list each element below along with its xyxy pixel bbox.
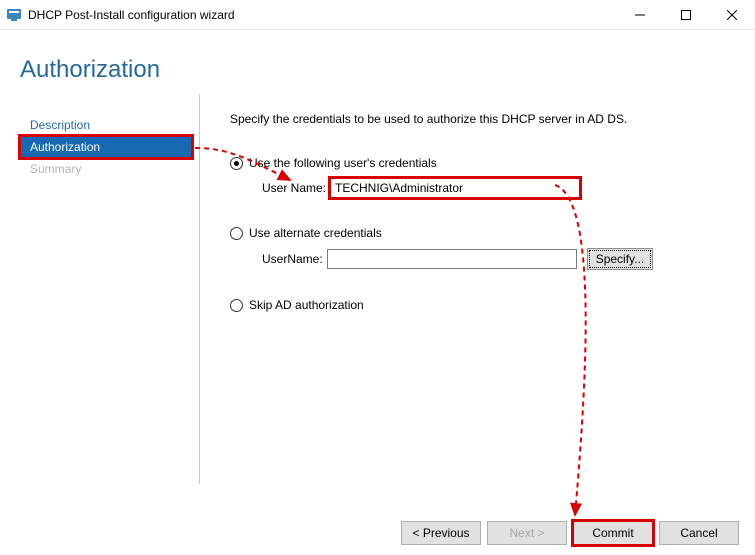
page-header: Authorization <box>0 30 755 94</box>
radio-row-skip[interactable]: Skip AD authorization <box>230 298 725 312</box>
radio-row-following[interactable]: Use the following user's credentials <box>230 156 725 170</box>
option-following-credentials: Use the following user's credentials Use… <box>230 156 725 198</box>
sidebar-item-description[interactable]: Description <box>20 114 199 136</box>
titlebar: DHCP Post-Install configuration wizard <box>0 0 755 30</box>
option-skip-ad: Skip AD authorization <box>230 298 725 312</box>
sidebar: Description Authorization Summary <box>20 94 200 484</box>
previous-button[interactable]: < Previous <box>401 521 481 545</box>
maximize-button[interactable] <box>663 0 709 29</box>
username-input-alternate[interactable] <box>327 249 577 269</box>
page-title: Authorization <box>20 56 735 84</box>
window-controls <box>617 0 755 29</box>
wizard-body: Description Authorization Summary Specif… <box>0 94 755 484</box>
sidebar-item-summary: Summary <box>20 158 199 180</box>
username-label-2: UserName: <box>262 252 323 266</box>
minimize-button[interactable] <box>617 0 663 29</box>
instructions-text: Specify the credentials to be used to au… <box>230 112 725 126</box>
commit-button[interactable]: Commit <box>573 521 653 545</box>
window-title: DHCP Post-Install configuration wizard <box>28 8 235 22</box>
radio-label: Use alternate credentials <box>249 226 382 240</box>
specify-button[interactable]: Specify... <box>587 248 653 270</box>
radio-row-alternate[interactable]: Use alternate credentials <box>230 226 725 240</box>
radio-icon <box>230 157 243 170</box>
close-button[interactable] <box>709 0 755 29</box>
wizard-footer: < Previous Next > Commit Cancel <box>401 521 739 545</box>
radio-icon <box>230 227 243 240</box>
radio-label: Use the following user's credentials <box>249 156 437 170</box>
next-button: Next > <box>487 521 567 545</box>
app-icon <box>6 7 22 23</box>
option-alternate-credentials: Use alternate credentials UserName: Spec… <box>230 226 725 270</box>
username-label-1: User Name: <box>262 181 326 195</box>
radio-label: Skip AD authorization <box>249 298 364 312</box>
username-input-current[interactable] <box>330 178 580 198</box>
cancel-button[interactable]: Cancel <box>659 521 739 545</box>
sidebar-item-authorization[interactable]: Authorization <box>20 136 192 158</box>
content-area: Specify the credentials to be used to au… <box>200 94 755 484</box>
radio-icon <box>230 299 243 312</box>
